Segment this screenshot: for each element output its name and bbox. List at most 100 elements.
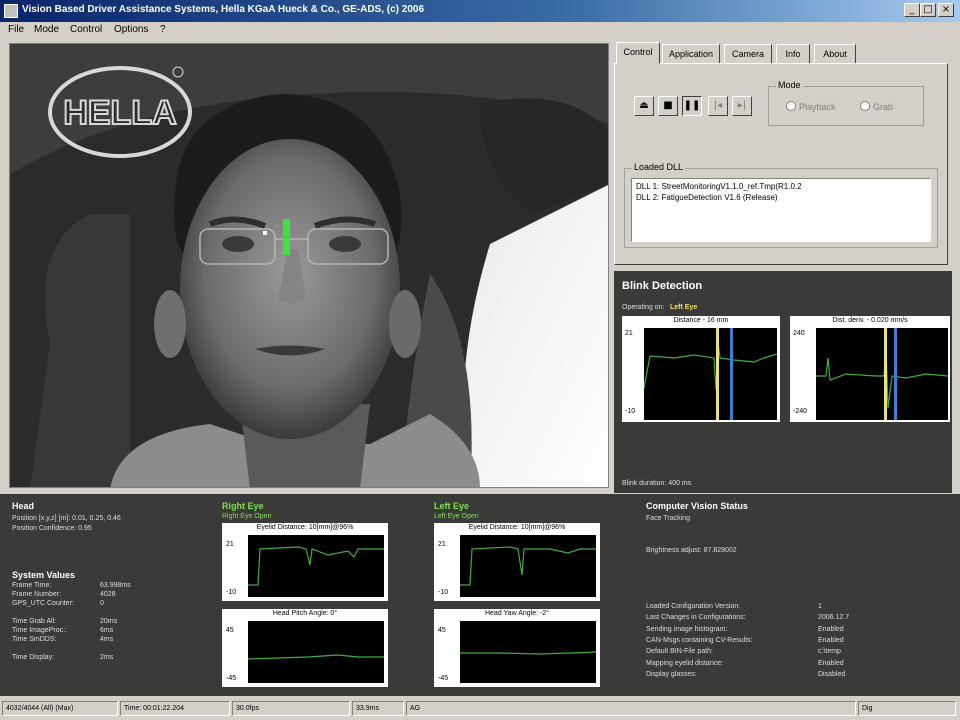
blink-detection-panel: Blink Detection Operating on: Left Eye D… (614, 271, 952, 493)
left-eye-status: Left Eye Open (434, 513, 479, 520)
head-confidence: Position Confidence: 0.95 (12, 525, 92, 532)
head-yaw-trace (460, 651, 597, 655)
status-bar: 4032/4044 (All) (Max) Time: 00:01:22.204… (0, 698, 960, 720)
y-max: 45 (226, 627, 234, 634)
system-values-title: System Values (12, 570, 76, 580)
cv-status-label: Last Changes in Configurations: (646, 614, 746, 622)
cv-status-label: Loaded Configuration Version: (646, 603, 741, 610)
system-value-label: Frame Number: (12, 591, 62, 598)
status-dig: Dig (858, 701, 956, 716)
status-fps: 30.0fps (232, 701, 350, 716)
system-value-label: GPS_UTC Counter: (12, 600, 74, 607)
plot-title: Head Pitch Angle: 0° (272, 610, 338, 617)
system-value: 4028 (100, 591, 116, 598)
driver-face-image: HELLA (10, 44, 608, 487)
y-max: 21 (625, 330, 633, 337)
cv-status-label: Sending image histogram: (646, 625, 728, 633)
cv-status-value: 2006.12.7 (818, 614, 850, 622)
y-max: 21 (226, 541, 234, 548)
system-value-label: Time Display: (12, 654, 55, 661)
cv-status-value: Enabled (818, 625, 844, 633)
system-value: 63.998ms (100, 582, 131, 589)
blink-duration: Blink duration: 400 ms (622, 480, 692, 487)
tab-about[interactable]: About (814, 44, 856, 64)
dll-list[interactable]: DLL 1: StreetMonitoringV1.1.0_ref.Tmp(R1… (631, 178, 931, 242)
menu-options[interactable]: Options (114, 24, 148, 35)
y-min: -10 (625, 408, 636, 415)
status-ms: 33.9ms (352, 701, 404, 716)
cv-status-label: CAN-Msgs containing CV-Results: (646, 636, 753, 644)
menu-bar: File Mode Control Options ? (0, 22, 960, 40)
tab-camera[interactable]: Camera (724, 44, 772, 64)
maximize-button[interactable]: □ (920, 3, 936, 17)
plot-title: Head Yaw Angle: -2° (484, 610, 550, 617)
system-value: 20ms (100, 618, 118, 625)
status-frame: 4032/4044 (All) (Max) (2, 701, 118, 716)
system-value-label: Time ImageProc.: (12, 627, 67, 634)
hella-logo: HELLA (63, 94, 176, 132)
plot-title: Eyelid Distance: 10[mm]@96% (256, 524, 354, 531)
system-value-label: Time SmDDS: (12, 636, 57, 643)
menu-mode[interactable]: Mode (34, 24, 59, 35)
close-button[interactable]: × (938, 3, 954, 17)
step-forward-button[interactable]: ▸| (732, 96, 752, 116)
y-min: -45 (226, 675, 237, 682)
cv-status-value: c:\temp (818, 648, 841, 656)
y-min: -10 (226, 589, 237, 596)
blink-derivative-plot: Dist. deriv. - 0.020 mm/s 240 -240 (790, 316, 950, 422)
head-yaw-plot: Head Yaw Angle: -2° 45 -45 (434, 609, 600, 687)
mode-label: Mode (776, 80, 803, 90)
system-value: 2ms (100, 654, 114, 661)
pause-button[interactable]: ❚❚ (682, 96, 702, 116)
system-value-label: Time Grab All: (12, 618, 57, 625)
playback-radio[interactable]: Playback (786, 101, 836, 112)
cv-status-value: Enabled (818, 659, 844, 667)
stop-button[interactable]: ■ (658, 96, 678, 116)
cv-status-label: Display glasses: (646, 670, 697, 678)
y-max: 45 (438, 627, 446, 634)
plot-title: Dist. deriv. - 0.020 mm/s (832, 317, 908, 324)
right-eye-title: Right Eye (222, 501, 264, 511)
operating-value: Left Eye (670, 304, 698, 311)
system-value: 4ms (100, 636, 114, 643)
app-icon (4, 4, 18, 18)
y-max: 21 (438, 541, 446, 548)
menu-file[interactable]: File (8, 24, 24, 35)
operating-label: Operating on: (622, 304, 665, 311)
step-back-button[interactable]: |◂ (708, 96, 728, 116)
eject-icon: ⏏ (639, 100, 649, 111)
tab-application[interactable]: Application (662, 44, 720, 64)
left-eyelid-plot: Eyelid Distance: 10[mm]@96% 21 -10 (434, 523, 600, 601)
menu-help[interactable]: ? (160, 24, 166, 35)
system-value: 0 (100, 600, 104, 607)
cv-status-value: Enabled (818, 636, 844, 644)
y-min: -240 (793, 408, 808, 415)
cv-status-value: Disabled (818, 670, 846, 678)
right-eyelid-plot: Eyelid Distance: 10[mm]@96% 21 -10 (222, 523, 388, 601)
system-value-label: Frame Time: (12, 582, 52, 589)
status-time: Time: 00:01:22.204 (120, 701, 230, 716)
eject-button[interactable]: ⏏ (634, 96, 654, 116)
y-max: 240 (793, 330, 805, 337)
plot-title: Distance - 16 mm (673, 317, 729, 324)
dll-item[interactable]: DLL 1: StreetMonitoringV1.1.0_ref.Tmp(R1… (636, 181, 926, 192)
dll-item[interactable]: DLL 2: FatigueDetection V1.6 (Release) (636, 192, 926, 203)
tab-control[interactable]: Control (616, 42, 660, 64)
cv-tracking: Face Tracking (646, 515, 690, 522)
cv-status-title: Computer Vision Status (646, 501, 748, 511)
system-value: 6ms (100, 627, 114, 634)
head-title: Head (12, 501, 35, 511)
head-pitch-plot: Head Pitch Angle: 0° 45 -45 (222, 609, 388, 687)
plot-title: Eyelid Distance: 10[mm]@96% (468, 524, 566, 531)
menu-control[interactable]: Control (70, 24, 102, 35)
tab-info[interactable]: Info (776, 44, 810, 64)
minimize-button[interactable]: _ (904, 3, 920, 17)
grab-radio[interactable]: Grab (860, 101, 893, 112)
pause-icon: ❚❚ (683, 100, 701, 111)
right-eyelid-trace (248, 546, 384, 586)
cv-status-value: 1 (818, 603, 822, 610)
cv-status-label: Mapping eyelid distance: (646, 659, 724, 667)
step-forward-icon: ▸| (737, 100, 747, 111)
status-dashboard: Head Position [x,y,z] [m]: 0.01, 0.25, 0… (0, 494, 960, 696)
left-eye-title: Left Eye (434, 501, 470, 511)
